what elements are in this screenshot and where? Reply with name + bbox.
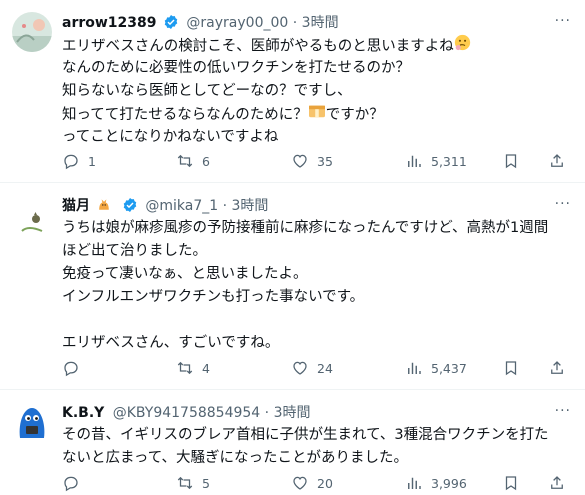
- text-line: なんのために必要性の低いワクチンを打たせるのか？: [62, 60, 410, 76]
- cat-emoji-icon: [96, 197, 112, 219]
- heart-icon: [293, 154, 307, 168]
- user-handle[interactable]: @rayray00_00: [186, 15, 288, 31]
- views-button[interactable]: 5,437: [405, 358, 467, 378]
- text-line: エリザベスさんの検討こそ、医師がやるものと思いますよね: [62, 34, 571, 57]
- repost-icon: [177, 361, 193, 375]
- views-chart-icon: [408, 477, 421, 489]
- like-button[interactable]: 24: [291, 358, 333, 378]
- views-count: 3,996: [431, 475, 467, 491]
- timestamp[interactable]: 3時間: [232, 198, 269, 214]
- text-line: 知ってて打たせるならなんのために？ ですか？: [62, 103, 571, 126]
- share-button[interactable]: [548, 473, 574, 493]
- avatar[interactable]: [12, 402, 52, 442]
- repost-button[interactable]: 5: [176, 473, 210, 493]
- display-name[interactable]: arrow12389: [62, 15, 157, 31]
- thinking-face-icon: [454, 34, 471, 59]
- reply-button[interactable]: [62, 473, 88, 493]
- bookmark-icon: [505, 154, 517, 169]
- views-button[interactable]: 5,311: [405, 151, 467, 171]
- text-line: うちは娘が麻疹風疹の予防接種前に麻疹になったんですけど、高熱が1週間: [62, 220, 549, 236]
- action-bar: 1 6 35 5,311: [62, 151, 575, 171]
- avatar[interactable]: [12, 12, 52, 52]
- heart-icon: [293, 476, 307, 490]
- more-options-icon[interactable]: ···: [555, 403, 571, 419]
- share-button[interactable]: [548, 358, 574, 378]
- bookmark-icon: [505, 361, 517, 376]
- views-button[interactable]: 3,996: [405, 473, 467, 493]
- like-count: 20: [317, 475, 333, 491]
- tweet-1[interactable]: arrow12389 @rayray00_00 · 3時間 ··· エリザベスさ…: [0, 0, 585, 183]
- avatar[interactable]: [12, 195, 52, 235]
- views-count: 5,311: [431, 153, 467, 169]
- text-line: ほど出て治りました。: [62, 243, 207, 259]
- text-line: 免疫って凄いなぁ、と思いましたよ。: [62, 266, 308, 282]
- repost-icon: [177, 154, 193, 168]
- views-chart-icon: [408, 362, 421, 374]
- bookmark-button[interactable]: [502, 358, 528, 378]
- reply-button[interactable]: [62, 358, 88, 378]
- tweet-text: エリザベスさんの検討こそ、医師がやるものと思いますよね なんのために必要性の低い…: [62, 34, 571, 149]
- text-line: インフルエンザワクチンも打った事ないです。: [62, 289, 365, 305]
- repost-count: 4: [202, 360, 210, 376]
- repost-count: 6: [202, 153, 210, 169]
- share-icon: [551, 476, 563, 489]
- user-handle[interactable]: @mika7_1: [145, 198, 218, 214]
- money-bag-icon: [308, 103, 326, 127]
- display-name[interactable]: 猫月: [62, 198, 90, 214]
- share-button[interactable]: [548, 151, 574, 171]
- action-bar: 4 24 5,437: [62, 358, 575, 378]
- like-count: 24: [317, 360, 333, 376]
- like-count: 35: [317, 153, 333, 169]
- repost-button[interactable]: 6: [176, 151, 210, 171]
- timestamp[interactable]: 3時間: [302, 15, 339, 31]
- reply-icon: [64, 154, 78, 170]
- more-options-icon[interactable]: ···: [555, 13, 571, 29]
- tweet-header: K.B.Y @KBY941758854954 · 3時間: [62, 403, 545, 423]
- display-name[interactable]: K.B.Y: [62, 405, 104, 421]
- text-line: エリザベスさん、すごいですね。: [62, 335, 280, 351]
- like-button[interactable]: 35: [291, 151, 333, 171]
- verified-badge-icon: [163, 14, 179, 36]
- heart-icon: [293, 361, 307, 375]
- tweet-2[interactable]: 猫月 @mika7_1 · 3時間 ··· うちは娘が麻疹風疹の予防接種前に麻疹…: [0, 183, 585, 390]
- text-line: 知らないなら医師としてどーなの？ですし、: [62, 83, 352, 99]
- views-chart-icon: [408, 155, 421, 167]
- reply-icon: [64, 476, 78, 492]
- repost-icon: [177, 476, 193, 490]
- user-handle[interactable]: @KBY941758854954: [113, 405, 260, 421]
- tweet-text: その昔、イギリスのブレア首相に子供が生まれて、3種混合ワクチンを打た ないと広ま…: [62, 424, 571, 470]
- reply-icon: [64, 361, 78, 377]
- tweet-header: 猫月 @mika7_1 · 3時間: [62, 196, 545, 216]
- verified-badge-icon: [122, 197, 138, 219]
- timestamp[interactable]: 3時間: [274, 405, 311, 421]
- repost-button[interactable]: 4: [176, 358, 210, 378]
- share-icon: [551, 361, 563, 374]
- views-count: 5,437: [431, 360, 467, 376]
- separator-dot: ·: [264, 405, 270, 421]
- separator-dot: ·: [292, 15, 298, 31]
- tweet-text: うちは娘が麻疹風疹の予防接種前に麻疹になったんですけど、高熱が1週間 ほど出て治…: [62, 217, 571, 355]
- more-options-icon[interactable]: ···: [555, 196, 571, 212]
- like-button[interactable]: 20: [291, 473, 333, 493]
- tweet-3[interactable]: K.B.Y @KBY941758854954 · 3時間 ··· その昔、イギリ…: [0, 390, 585, 495]
- text-line: その昔、イギリスのブレア首相に子供が生まれて、3種混合ワクチンを打た: [62, 427, 549, 443]
- bookmark-button[interactable]: [502, 151, 528, 171]
- action-bar: 5 20 3,996: [62, 473, 575, 493]
- text-line: ってことになりかねないですよね: [62, 129, 279, 145]
- reply-count: 1: [88, 153, 96, 169]
- bookmark-icon: [505, 476, 517, 491]
- text-line: ないと広まって、大騒ぎになったことがありました。: [62, 450, 408, 466]
- bookmark-button[interactable]: [502, 473, 528, 493]
- tweet-header: arrow12389 @rayray00_00 · 3時間: [62, 13, 545, 33]
- reply-button[interactable]: 1: [62, 151, 96, 171]
- repost-count: 5: [202, 475, 210, 491]
- share-icon: [551, 154, 563, 167]
- separator-dot: ·: [222, 198, 228, 214]
